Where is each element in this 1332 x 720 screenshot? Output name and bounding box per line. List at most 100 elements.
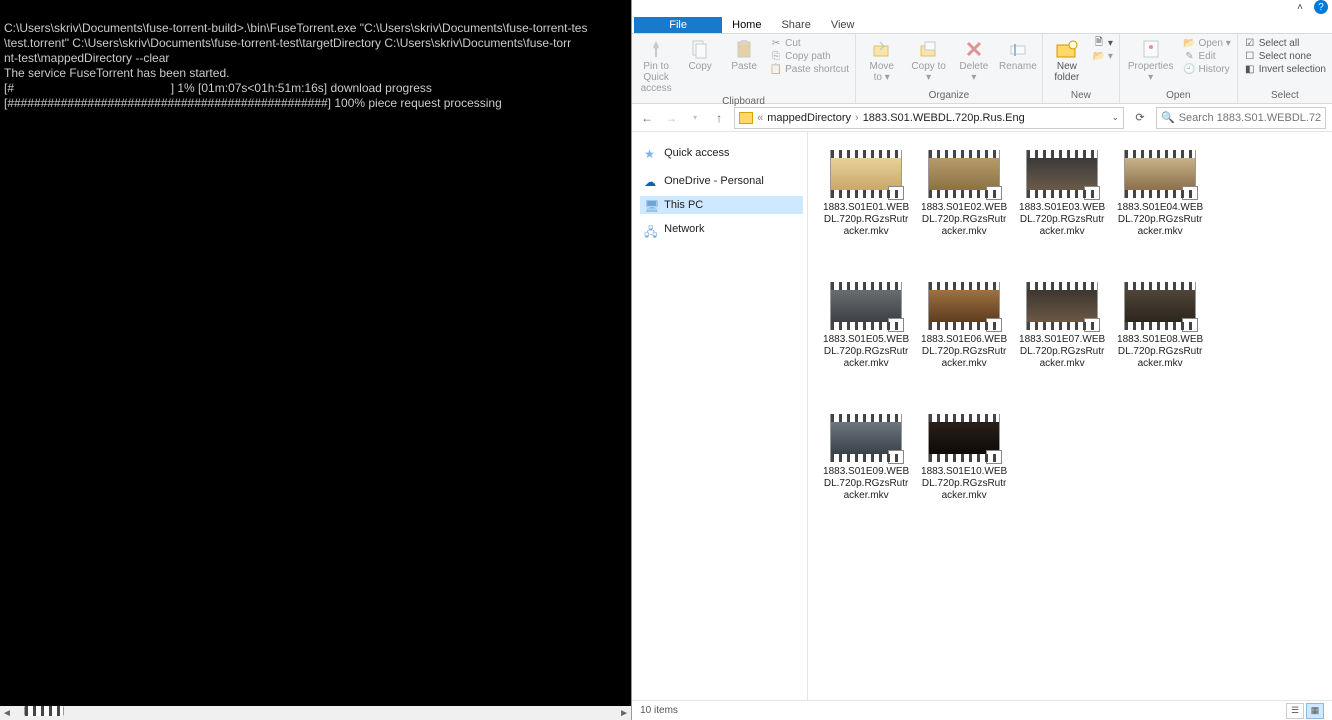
paste-button[interactable]: Paste bbox=[724, 36, 764, 74]
breadcrumb-item[interactable]: mappedDirectory bbox=[767, 112, 851, 124]
pin-quick-access-button[interactable]: Pin to Quick access bbox=[636, 36, 676, 96]
file-item[interactable]: ▶1883.S01E10.WEBDL.720p.RGzsRutracker.mk… bbox=[920, 414, 1008, 502]
open-button[interactable]: 📂Open ▾ bbox=[1181, 37, 1232, 49]
nav-network[interactable]: 🖧Network bbox=[640, 220, 803, 238]
select-none-button[interactable]: ☐Select none bbox=[1242, 50, 1328, 62]
file-name: 1883.S01E05.WEBDL.720p.RGzsRutracker.mkv bbox=[822, 334, 910, 370]
navigation-pane: ★Quick access ☁OneDrive - Personal 🖥This… bbox=[632, 132, 808, 700]
terminal-scrollbar[interactable]: ◄ ► bbox=[0, 706, 631, 720]
video-thumbnail: ▶ bbox=[928, 282, 1000, 330]
copy-to-button[interactable]: Copy to ▾ bbox=[907, 36, 949, 85]
file-name: 1883.S01E10.WEBDL.720p.RGzsRutracker.mkv bbox=[920, 466, 1008, 502]
breadcrumb-item[interactable]: 1883.S01.WEBDL.720p.Rus.Eng bbox=[863, 112, 1025, 124]
tab-file[interactable]: File bbox=[634, 17, 722, 33]
file-name: 1883.S01E09.WEBDL.720p.RGzsRutracker.mkv bbox=[822, 466, 910, 502]
copy-icon bbox=[689, 38, 711, 60]
tab-view[interactable]: View bbox=[821, 17, 865, 33]
video-badge-icon: ▶ bbox=[1084, 186, 1100, 200]
file-name: 1883.S01E06.WEBDL.720p.RGzsRutracker.mkv bbox=[920, 334, 1008, 370]
network-icon: 🖧 bbox=[644, 223, 658, 235]
terminal-line: The service FuseTorrent has been started… bbox=[4, 66, 229, 80]
nav-onedrive[interactable]: ☁OneDrive - Personal bbox=[640, 172, 803, 190]
file-name: 1883.S01E07.WEBDL.720p.RGzsRutracker.mkv bbox=[1018, 334, 1106, 370]
ribbon-group-new: New folder 🗎▾ 📂▾ New bbox=[1043, 34, 1120, 103]
star-icon: ★ bbox=[644, 147, 658, 159]
search-icon: 🔍 bbox=[1161, 111, 1175, 124]
chevron-down-icon[interactable]: ⌄ bbox=[1111, 112, 1119, 123]
file-list[interactable]: ▶1883.S01E01.WEBDL.720p.RGzsRutracker.mk… bbox=[808, 132, 1332, 700]
status-bar: 10 items ☰ ▦ bbox=[632, 700, 1332, 720]
video-thumbnail: ▶ bbox=[1124, 282, 1196, 330]
search-box[interactable]: 🔍 bbox=[1156, 107, 1326, 129]
file-item[interactable]: ▶ 1883.S01E06.WEBDL.720p.RGzsRutracker.mk… bbox=[920, 282, 1008, 370]
select-all-button[interactable]: ☑Select all bbox=[1242, 37, 1328, 49]
ribbon-group-open: Properties ▾ 📂Open ▾ ✎Edit 🕘History Open bbox=[1120, 34, 1238, 103]
ribbon-tabs: File Home Share View bbox=[632, 14, 1332, 34]
copy-path-button[interactable]: ⎘Copy path bbox=[768, 50, 851, 62]
delete-icon bbox=[963, 38, 985, 60]
file-item[interactable]: ▶1883.S01E03.WEBDL.720p.RGzsRutracker.mk… bbox=[1018, 150, 1106, 238]
scroll-left-icon[interactable]: ◄ bbox=[0, 706, 14, 720]
properties-icon bbox=[1140, 38, 1162, 60]
move-to-button[interactable]: Move to ▾ bbox=[860, 36, 903, 85]
scroll-thumb[interactable] bbox=[24, 706, 64, 716]
history-button[interactable]: 🕘History bbox=[1181, 63, 1232, 75]
edit-button[interactable]: ✎Edit bbox=[1181, 50, 1232, 62]
file-item[interactable]: ▶1883.S01E01.WEBDL.720p.RGzsRutracker.mk… bbox=[822, 150, 910, 238]
easy-access-button[interactable]: 📂▾ bbox=[1091, 50, 1115, 62]
copy-button[interactable]: Copy bbox=[680, 36, 720, 74]
terminal-line: C:\Users\skriv\Documents\fuse-torrent-bu… bbox=[4, 21, 587, 35]
ribbon-collapse-icon[interactable]: ˄ bbox=[1294, 1, 1306, 13]
nav-forward-button[interactable]: → bbox=[662, 109, 680, 127]
file-item[interactable]: ▶ 1883.S01E02.WEBDL.720p.RGzsRutracker.mk… bbox=[920, 150, 1008, 238]
new-item-button[interactable]: 🗎▾ bbox=[1091, 37, 1115, 49]
nav-up-button[interactable]: ↑ bbox=[710, 109, 728, 127]
move-to-icon bbox=[871, 38, 893, 60]
terminal-line: [#######################################… bbox=[4, 96, 502, 110]
address-box[interactable]: « mappedDirectory › 1883.S01.WEBDL.720p.… bbox=[734, 107, 1124, 129]
new-folder-button[interactable]: New folder bbox=[1047, 36, 1087, 85]
tab-share[interactable]: Share bbox=[771, 17, 820, 33]
file-explorer-window: ˄ ? File Home Share View Pin to Quick ac… bbox=[631, 0, 1332, 720]
nav-this-pc[interactable]: 🖥This PC bbox=[640, 196, 803, 214]
pc-icon: 🖥 bbox=[644, 199, 658, 211]
invert-selection-button[interactable]: ◧Invert selection bbox=[1242, 63, 1328, 75]
paste-shortcut-button[interactable]: 📋Paste shortcut bbox=[768, 63, 851, 75]
video-thumbnail: ▶ bbox=[1026, 150, 1098, 198]
ribbon-label: Select bbox=[1242, 90, 1328, 102]
video-badge-icon: ▶ bbox=[986, 186, 1002, 200]
select-all-icon: ☑ bbox=[1244, 37, 1256, 49]
file-item[interactable]: ▶1883.S01E05.WEBDL.720p.RGzsRutracker.mk… bbox=[822, 282, 910, 370]
file-item[interactable]: ▶1883.S01E04.WEBDL.720p.RGzsRutracker.mk… bbox=[1116, 150, 1204, 238]
ribbon-group-organize: Move to ▾ Copy to ▾ Delete ▾ Rename Orga… bbox=[856, 34, 1043, 103]
view-icons-button[interactable]: ▦ bbox=[1306, 703, 1324, 719]
rename-icon bbox=[1007, 38, 1029, 60]
nav-quick-access[interactable]: ★Quick access bbox=[640, 144, 803, 162]
video-badge-icon: ▶ bbox=[888, 450, 904, 464]
file-name: 1883.S01E02.WEBDL.720p.RGzsRutracker.mkv bbox=[920, 202, 1008, 238]
file-item[interactable]: ▶ 1883.S01E07.WEBDL.720p.RGzsRutracker.mk… bbox=[1018, 282, 1106, 370]
cut-button[interactable]: ✂Cut bbox=[768, 37, 851, 49]
file-item[interactable]: ▶ 1883.S01E09.WEBDL.720p.RGzsRutracker.mk… bbox=[822, 414, 910, 502]
cloud-icon: ☁ bbox=[644, 175, 658, 187]
ribbon: Pin to Quick access Copy Paste ✂Cut ⎘Cop… bbox=[632, 34, 1332, 104]
titlebar: ˄ ? bbox=[632, 0, 1332, 14]
new-item-icon: 🗎 bbox=[1093, 37, 1105, 49]
nav-recent-icon[interactable]: ▾ bbox=[686, 109, 704, 127]
delete-button[interactable]: Delete ▾ bbox=[954, 36, 994, 85]
chevron-right-icon[interactable]: › bbox=[855, 112, 859, 124]
video-thumbnail: ▶ bbox=[928, 150, 1000, 198]
search-input[interactable] bbox=[1179, 112, 1321, 124]
view-details-button[interactable]: ☰ bbox=[1286, 703, 1304, 719]
tab-home[interactable]: Home bbox=[722, 17, 771, 33]
nav-back-button[interactable]: ← bbox=[638, 109, 656, 127]
video-badge-icon: ▶ bbox=[1084, 318, 1100, 332]
terminal-window[interactable]: C:\Users\skriv\Documents\fuse-torrent-bu… bbox=[0, 0, 631, 720]
scroll-right-icon[interactable]: ► bbox=[617, 706, 631, 720]
file-item[interactable]: ▶ 1883.S01E08.WEBDL.720p.RGzsRutracker.mk… bbox=[1116, 282, 1204, 370]
refresh-button[interactable]: ⟳ bbox=[1130, 111, 1150, 124]
help-icon[interactable]: ? bbox=[1314, 0, 1328, 14]
rename-button[interactable]: Rename bbox=[998, 36, 1038, 74]
properties-button[interactable]: Properties ▾ bbox=[1124, 36, 1178, 85]
file-name: 1883.S01E08.WEBDL.720p.RGzsRutracker.mkv bbox=[1116, 334, 1204, 370]
